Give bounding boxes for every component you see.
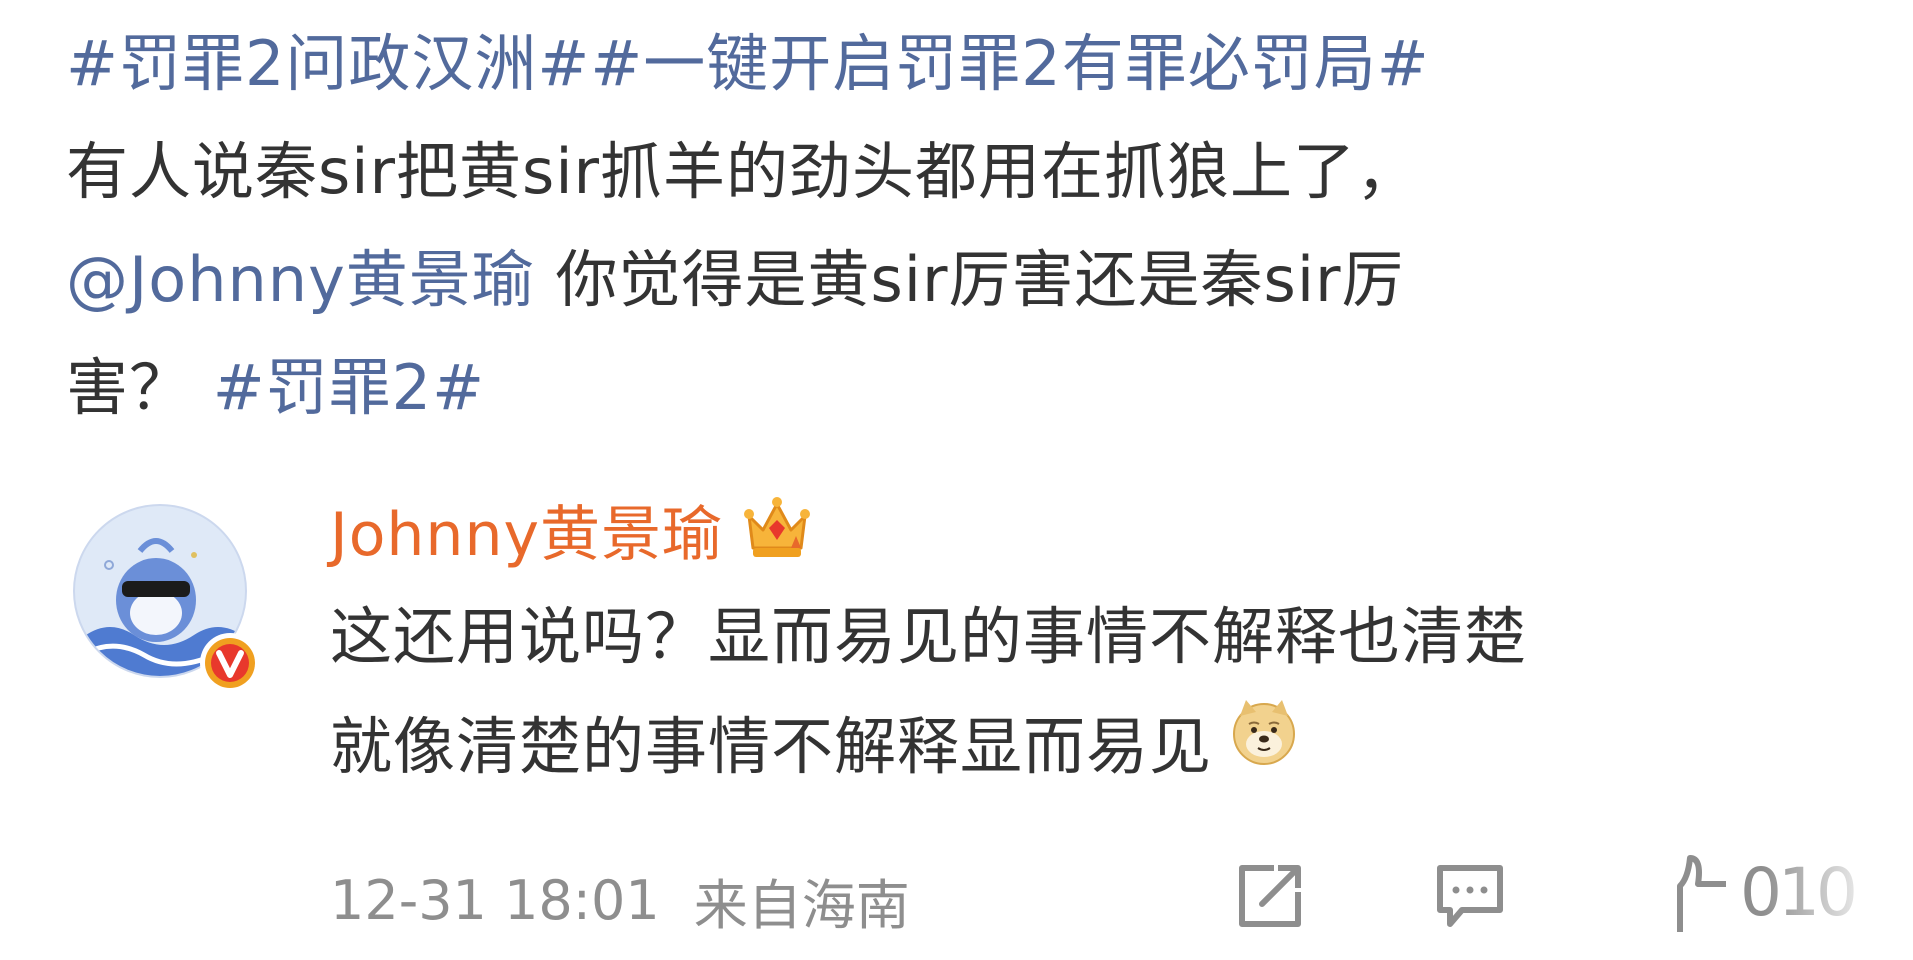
location: 来自海南 (693, 873, 910, 937)
post-line-3: @Johnny黄景瑜 你觉得是黄sir厉害还是秦sir厉 (66, 226, 1766, 334)
doge-icon (1228, 692, 1300, 802)
timestamp: 12-31 18:01 (330, 868, 660, 932)
reply-meta: 12-31 18:01 来自海南 (330, 860, 910, 940)
avatar[interactable] (64, 495, 264, 695)
post-line-4: 害？ #罚罪2# (66, 334, 1766, 442)
post-text: 你觉得是黄sir厉害还是秦sir厉 (534, 243, 1405, 316)
post-text: 害？ (66, 351, 193, 424)
fade-overlay (1763, 848, 1913, 938)
like-icon (1677, 855, 1726, 932)
username-link[interactable]: Johnny黄景瑜 (330, 486, 723, 573)
topic-link[interactable]: #一键开启罚罪2有罪必罚局# (590, 27, 1429, 100)
post-line-1: #罚罪2问政汉洲##一键开启罚罪2有罪必罚局# (66, 10, 1766, 118)
post-text: 有人说秦sir把黄sir抓羊的劲头都用在抓狼上了， (66, 135, 1420, 208)
verified-v-icon (200, 633, 260, 693)
reply-line-2: 就像清楚的事情不解释显而易见 (330, 692, 1850, 802)
reply-text: 就像清楚的事情不解释显而易见 (330, 710, 1213, 783)
avatar-image (73, 504, 260, 693)
share-icon[interactable] (1232, 858, 1308, 938)
crown-icon (741, 492, 813, 566)
post-content: #罚罪2问政汉洲##一键开启罚罪2有罪必罚局# 有人说秦sir把黄sir抓羊的劲… (66, 10, 1766, 442)
like-button[interactable]: 010 (1640, 848, 1913, 938)
mention-link[interactable]: @Johnny黄景瑜 (66, 243, 535, 316)
reply-body: 这还用说吗？显而易见的事情不解释也清楚 就像清楚的事情不解释显而易见 (330, 582, 1850, 802)
reply-line-1: 这还用说吗？显而易见的事情不解释也清楚 (330, 582, 1850, 692)
comment-icon[interactable] (1432, 858, 1508, 938)
reply-header: Johnny黄景瑜 (330, 486, 1850, 572)
topic-link[interactable]: #罚罪2问政汉洲# (66, 27, 590, 100)
post-line-2: 有人说秦sir把黄sir抓羊的劲头都用在抓狼上了， (66, 118, 1766, 226)
topic-link[interactable]: #罚罪2# (213, 351, 485, 424)
reply: Johnny黄景瑜 这还用说吗？显而易见的事情不解释也清楚 就像清楚的事情不解释… (330, 486, 1850, 802)
reply-text: 这还用说吗？显而易见的事情不解释也清楚 (330, 600, 1528, 673)
